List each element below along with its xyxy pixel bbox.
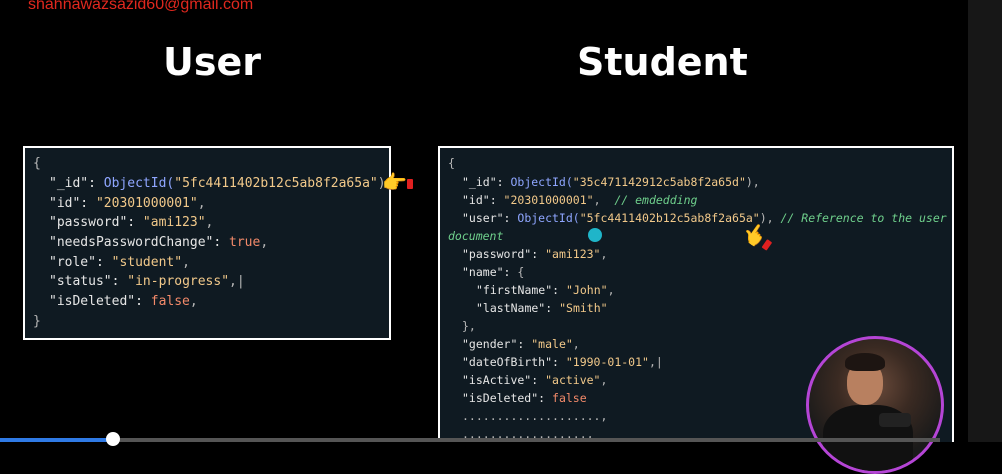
code-line: "user": ObjectId("5fc4411402b12c5ab8f2a6… xyxy=(462,211,947,225)
code-line: "gender": "male", xyxy=(462,337,580,351)
code-line: ...................., xyxy=(462,409,608,423)
code-line: "name": { xyxy=(462,265,525,279)
author-email: shahnawazsazid60@gmail.com xyxy=(28,0,254,13)
code-line: { xyxy=(448,156,455,170)
code-line: } xyxy=(33,314,41,329)
microphone-icon xyxy=(879,413,911,427)
code-line: "role": "student", xyxy=(49,255,190,270)
code-line: }, xyxy=(462,319,476,333)
code-line: "needsPasswordChange": true, xyxy=(49,235,269,250)
code-line: "_id": ObjectId("35c471142912c5ab8f2a65d… xyxy=(462,175,760,189)
progress-fill xyxy=(0,438,113,442)
presenter-avatar xyxy=(806,336,944,474)
user-title: User xyxy=(163,40,261,84)
code-line: "isActive": "active", xyxy=(462,373,608,387)
cursor-dot-icon xyxy=(588,228,602,242)
code-line: "isDeleted": false, xyxy=(49,294,198,309)
code-line: "password": "ami123", xyxy=(49,215,214,230)
user-code-block: { "_id": ObjectId("5fc4411402b12c5ab8f2a… xyxy=(23,146,394,340)
code-line: { xyxy=(33,156,41,171)
side-panel xyxy=(968,0,1002,442)
pointing-hand-icon: 👉 xyxy=(382,170,413,195)
code-line: "isDeleted": false xyxy=(462,391,587,405)
progress-knob[interactable] xyxy=(105,432,120,446)
code-line: "lastName": "Smith" xyxy=(476,301,608,315)
code-comment-line: document xyxy=(448,229,504,243)
code-line: "password": "ami123", xyxy=(462,247,608,261)
code-line: "id": "20301000001", // emdedding xyxy=(462,193,698,207)
code-line: "firstName": "John", xyxy=(476,283,615,297)
code-line: "_id": ObjectId("5fc4411402b12c5ab8f2a65… xyxy=(49,176,394,191)
code-line: "dateOfBirth": "1990-01-01",| xyxy=(462,355,663,369)
code-line: "id": "20301000001", xyxy=(49,196,206,211)
video-progress-bar[interactable] xyxy=(0,432,940,446)
code-line: "status": "in-progress",| xyxy=(49,274,245,289)
student-title: Student xyxy=(577,40,748,84)
